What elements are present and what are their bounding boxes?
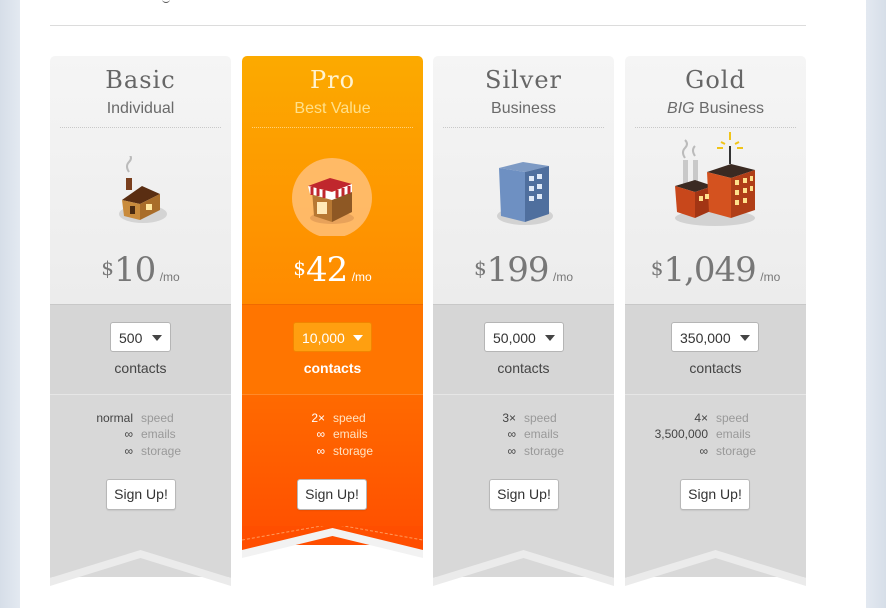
feature-row-speed: 3× speed [433, 410, 614, 426]
currency-symbol: $ [293, 256, 306, 280]
plan-price: $42 /mo [242, 250, 423, 290]
ribbon-tail [433, 536, 614, 586]
feature-label: storage [141, 444, 182, 458]
feature-label: storage [716, 444, 757, 458]
feature-row-emails: ∞ emails [242, 426, 423, 442]
contacts-label: contacts [497, 360, 550, 376]
feature-value: 2× [311, 411, 325, 425]
caret-down-icon [152, 335, 162, 341]
feature-row-speed: normal speed [50, 410, 231, 426]
contacts-select[interactable]: 500 [110, 322, 171, 352]
feature-row-emails: ∞ emails [50, 426, 231, 442]
sign-up-button[interactable]: Sign Up! [297, 479, 367, 510]
feature-value: ∞ [507, 427, 516, 441]
dotted-divider [635, 127, 796, 128]
contacts-select[interactable]: 10,000 [293, 322, 372, 352]
feature-label: emails [716, 427, 751, 441]
contacts-label: contacts [114, 360, 167, 376]
sign-up-button[interactable]: Sign Up! [489, 479, 559, 510]
ribbon-tail [50, 536, 231, 586]
feature-value: 3× [502, 411, 516, 425]
feature-row-storage: ∞ storage [50, 443, 231, 459]
feature-label: speed [141, 411, 174, 425]
price-period: /mo [553, 270, 574, 284]
dotted-divider [60, 127, 221, 128]
price-amount: 1,049 [663, 250, 756, 290]
caret-down-icon [353, 335, 363, 341]
contacts-label: contacts [689, 360, 742, 376]
feature-value: 3,500,000 [654, 427, 708, 441]
feature-row-emails: 3,500,000 emails [625, 426, 806, 442]
contacts-select-value: 10,000 [302, 330, 345, 346]
price-period: /mo [159, 270, 180, 284]
sign-up-button[interactable]: Sign Up! [680, 479, 750, 510]
feature-label: emails [524, 427, 559, 441]
contacts-select[interactable]: 350,000 [671, 322, 759, 352]
currency-symbol: $ [101, 256, 114, 280]
currency-symbol: $ [650, 256, 664, 280]
contacts-label: contacts [303, 360, 362, 376]
plan-name: Basic [105, 66, 176, 94]
feature-row-speed: 4× speed [625, 410, 806, 426]
plan-subtitle: Individual [106, 100, 175, 117]
feature-row-storage: ∞ storage [625, 443, 806, 459]
plan-subtitle: Best Value [294, 100, 371, 117]
feature-label: speed [524, 411, 557, 425]
price-period: /mo [351, 270, 372, 284]
plan-name: Silver [484, 66, 563, 94]
contacts-select[interactable]: 50,000 [484, 322, 564, 352]
caret-down-icon [545, 335, 555, 341]
contacts-select-value: 50,000 [493, 330, 536, 346]
factory-icon [625, 130, 806, 236]
plan-name: Pro [309, 66, 356, 94]
page-background-right [866, 0, 886, 608]
feature-label: emails [141, 427, 176, 441]
feature-value: ∞ [316, 444, 325, 458]
feature-label: emails [333, 427, 368, 441]
plan-price: $199 /mo [433, 250, 614, 290]
feature-row-storage: ∞ storage [433, 443, 614, 459]
plan-price: $1,049 /mo [625, 250, 806, 290]
plan-name: Gold [685, 66, 746, 94]
feature-label: speed [333, 411, 366, 425]
house-icon [50, 153, 231, 236]
feature-value: 4× [694, 411, 708, 425]
price-period: /mo [760, 270, 781, 284]
caret-down-icon [740, 335, 750, 341]
feature-value: ∞ [124, 427, 133, 441]
plan-subtitle: Business [491, 100, 556, 117]
shop-icon [242, 156, 423, 238]
plan-subtitle: BIG Business [625, 100, 806, 118]
feature-label: storage [524, 444, 565, 458]
feature-row-emails: ∞ emails [433, 426, 614, 442]
dotted-divider [443, 127, 604, 128]
price-amount: 10 [114, 250, 156, 290]
feature-value: ∞ [316, 427, 325, 441]
plan-subtitle-emphasis: BIG [667, 100, 695, 117]
divider-line [50, 25, 806, 26]
feature-value: ∞ [699, 444, 708, 458]
feature-label: speed [716, 411, 749, 425]
price-amount: 199 [486, 250, 550, 290]
ribbon-tail [242, 526, 423, 558]
office-building-icon [433, 156, 614, 236]
price-amount: 42 [306, 250, 348, 290]
plan-subtitle-text: Business [694, 100, 764, 117]
plan-price: $10 /mo [50, 250, 231, 290]
feature-value: ∞ [507, 444, 516, 458]
contacts-select-value: 500 [119, 330, 143, 346]
feature-value: normal [96, 411, 133, 425]
page-background-left [0, 0, 20, 608]
sign-up-button[interactable]: Sign Up! [106, 479, 176, 510]
feature-value: ∞ [124, 444, 133, 458]
feature-label: storage [333, 444, 374, 458]
contacts-select-value: 350,000 [680, 330, 731, 346]
dotted-divider [252, 127, 413, 128]
ribbon-tail [625, 536, 806, 586]
currency-symbol: $ [473, 256, 487, 280]
feature-row-storage: ∞ storage [242, 443, 423, 459]
feature-row-speed: 2× speed [242, 410, 423, 426]
